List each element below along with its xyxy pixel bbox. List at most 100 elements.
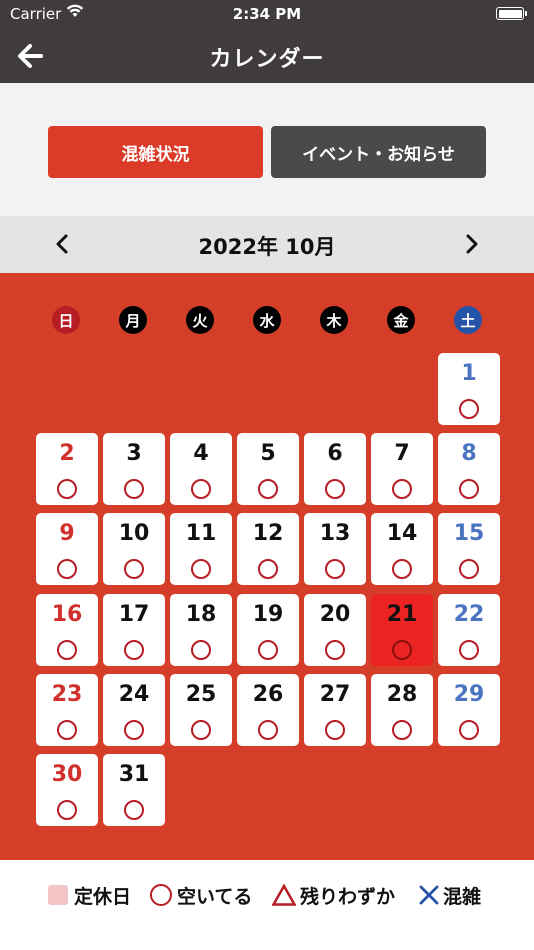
calendar-day-4[interactable]: 4 (170, 433, 232, 505)
available-circle-icon (325, 720, 345, 740)
cross-icon (419, 885, 439, 905)
calendar-day-6[interactable]: 6 (304, 433, 366, 505)
segment-control: 混雑状況 イベント・お知らせ (0, 83, 534, 216)
available-circle-icon (124, 479, 144, 499)
calendar-day-22[interactable]: 22 (438, 594, 500, 666)
day-number: 17 (118, 602, 150, 627)
available-circle-icon (57, 720, 77, 740)
day-number: 2 (59, 441, 75, 466)
available-circle-icon (459, 559, 479, 579)
available-circle-icon (459, 479, 479, 499)
legend-busy-label: 混雑 (443, 885, 482, 908)
day-number: 26 (252, 682, 284, 707)
day-number: 23 (51, 682, 83, 707)
available-circle-icon (191, 559, 211, 579)
legend: 定休日 空いてる 残りわずか 混雑 (0, 860, 534, 950)
calendar-day-25[interactable]: 25 (170, 674, 232, 746)
available-circle-icon (459, 720, 479, 740)
available-circle-icon (325, 479, 345, 499)
legend-open: 空いてる (150, 883, 253, 908)
calendar-day-3[interactable]: 3 (103, 433, 165, 505)
available-circle-icon (124, 720, 144, 740)
day-number: 28 (386, 682, 418, 707)
day-number: 4 (193, 441, 209, 466)
calendar-day-18[interactable]: 18 (170, 594, 232, 666)
calendar-day-15[interactable]: 15 (438, 513, 500, 585)
day-number: 1 (461, 361, 477, 386)
day-number: 7 (394, 441, 410, 466)
day-number: 24 (118, 682, 150, 707)
available-circle-icon (258, 559, 278, 579)
calendar-day-16[interactable]: 16 (36, 594, 98, 666)
available-circle-icon (124, 640, 144, 660)
weekday-saturday: 土 (454, 306, 482, 334)
calendar-day-2[interactable]: 2 (36, 433, 98, 505)
weekday-friday: 金 (387, 306, 415, 334)
closed-swatch-icon (48, 885, 68, 905)
available-circle-icon (258, 640, 278, 660)
available-circle-icon (57, 559, 77, 579)
calendar-day-1[interactable]: 1 (438, 353, 500, 425)
tab-events-news[interactable]: イベント・お知らせ (271, 126, 486, 178)
calendar-day-30[interactable]: 30 (36, 754, 98, 826)
calendar-day-17[interactable]: 17 (103, 594, 165, 666)
calendar-day-27[interactable]: 27 (304, 674, 366, 746)
calendar-day-20[interactable]: 20 (304, 594, 366, 666)
day-number: 11 (185, 521, 217, 546)
day-number: 9 (59, 521, 75, 546)
calendar-day-12[interactable]: 12 (237, 513, 299, 585)
calendar-day-14[interactable]: 14 (371, 513, 433, 585)
calendar-day-10[interactable]: 10 (103, 513, 165, 585)
day-number: 5 (260, 441, 276, 466)
month-label: 2022年 10月 (198, 235, 336, 259)
day-number: 15 (453, 521, 485, 546)
calendar-day-11[interactable]: 11 (170, 513, 232, 585)
calendar-day-13[interactable]: 13 (304, 513, 366, 585)
legend-closed-label: 定休日 (74, 885, 132, 908)
status-bar: Carrier 2:34 PM (0, 0, 534, 28)
available-circle-icon (258, 479, 278, 499)
calendar-day-29[interactable]: 29 (438, 674, 500, 746)
calendar-day-26[interactable]: 26 (237, 674, 299, 746)
available-circle-icon (392, 720, 412, 740)
available-circle-icon (57, 640, 77, 660)
legend-open-label: 空いてる (177, 885, 253, 908)
calendar-day-7[interactable]: 7 (371, 433, 433, 505)
calendar-day-9[interactable]: 9 (36, 513, 98, 585)
weekday-sunday: 日 (52, 306, 80, 334)
legend-busy: 混雑 (418, 883, 482, 908)
day-number: 31 (118, 762, 150, 787)
weekday-thursday: 木 (320, 306, 348, 334)
legend-few-label: 残りわずか (300, 885, 396, 908)
day-number: 8 (461, 441, 477, 466)
calendar-day-24[interactable]: 24 (103, 674, 165, 746)
calendar-grid: 日 月 火 水 木 金 土 1 2 3 4 5 6 7 8 9 10 11 12 13 14 15 16 17 1… (0, 273, 534, 860)
triangle-icon (272, 884, 296, 906)
day-number: 6 (327, 441, 343, 466)
day-number: 12 (252, 521, 284, 546)
calendar-day-5[interactable]: 5 (237, 433, 299, 505)
day-number: 16 (51, 602, 83, 627)
calendar-day-31[interactable]: 31 (103, 754, 165, 826)
available-circle-icon (459, 640, 479, 660)
day-number: 20 (319, 602, 351, 627)
tab-congestion[interactable]: 混雑状況 (48, 126, 263, 178)
day-number: 18 (185, 602, 217, 627)
status-time: 2:34 PM (232, 5, 302, 23)
legend-closed: 定休日 (48, 883, 132, 908)
available-circle-icon (57, 479, 77, 499)
available-circle-icon (57, 800, 77, 820)
calendar-day-28[interactable]: 28 (371, 674, 433, 746)
navigation-bar: カレンダー (0, 28, 534, 83)
available-circle-icon (124, 800, 144, 820)
weekday-monday: 月 (119, 306, 147, 334)
day-number: 19 (252, 602, 284, 627)
available-circle-icon (191, 720, 211, 740)
chevron-right-icon[interactable] (460, 233, 482, 255)
circle-icon (150, 884, 172, 906)
calendar-day-19[interactable]: 19 (237, 594, 299, 666)
day-number: 30 (51, 762, 83, 787)
calendar-day-21[interactable]: 21 (371, 594, 433, 666)
calendar-day-23[interactable]: 23 (36, 674, 98, 746)
calendar-day-8[interactable]: 8 (438, 433, 500, 505)
